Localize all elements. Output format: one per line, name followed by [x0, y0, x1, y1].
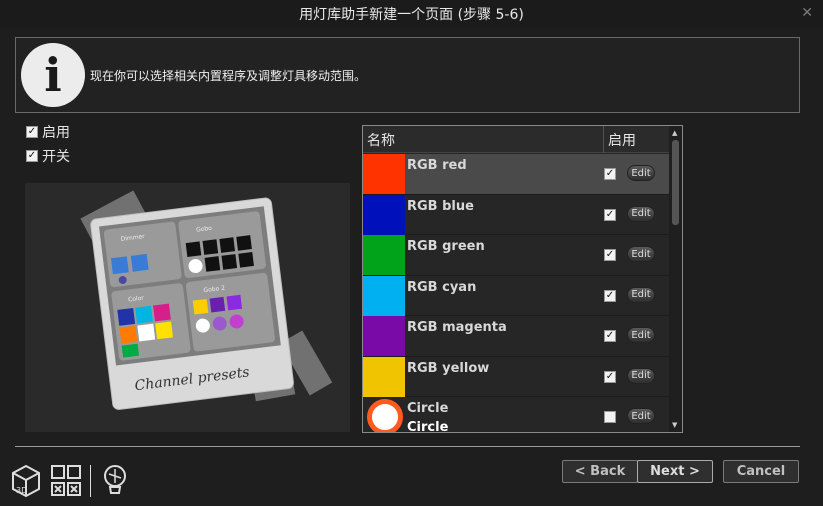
list-item[interactable]: Circle Circle Edit [363, 397, 669, 433]
grid-icon [51, 465, 81, 496]
circle-icon [363, 397, 405, 432]
footer-icons: 3D [10, 463, 139, 499]
preset-name: RGB green [407, 239, 485, 254]
edit-button[interactable]: Edit [627, 205, 655, 222]
preset-list[interactable]: 名称 启用 RGB red ✓ Edit RGB blue ✓ Edit RGB green… [362, 125, 683, 433]
color-swatch [363, 154, 405, 194]
bulb-icon [104, 465, 126, 494]
scroll-thumb[interactable] [672, 140, 679, 225]
list-header: 名称 启用 [363, 126, 669, 153]
switch-option[interactable]: ✓ 开关 [26, 146, 70, 166]
preset-name: RGB red [407, 158, 467, 173]
column-name-header[interactable]: 名称 [367, 130, 395, 150]
info-icon: i [21, 43, 85, 107]
list-item[interactable]: RGB magenta ✓ Edit [363, 316, 669, 357]
preset-enable-checkbox[interactable]: ✓ [604, 370, 616, 383]
enable-label: 启用 [42, 125, 70, 141]
preset-enable-checkbox[interactable]: ✓ [604, 208, 616, 221]
enable-checkbox[interactable]: ✓ [26, 126, 38, 138]
switch-checkbox[interactable]: ✓ [26, 150, 38, 162]
vertical-scrollbar[interactable]: ▲ ▼ [669, 126, 682, 432]
window-title: 用灯库助手新建一个页面 (步骤 5-6) [299, 7, 524, 23]
edit-button[interactable]: Edit [627, 408, 655, 424]
list-rows: RGB red ✓ Edit RGB blue ✓ Edit RGB green ✓ Edit R… [363, 154, 669, 433]
3d-icon: 3D [12, 464, 40, 498]
preset-enable-checkbox[interactable]: ✓ [604, 249, 616, 261]
channel-presets-illustration: Dimmer Gobo Color Gobo 2 Channel presets [80, 190, 333, 410]
color-swatch [363, 194, 405, 235]
scroll-up-icon[interactable]: ▲ [672, 129, 677, 137]
close-icon[interactable]: ✕ [801, 5, 813, 21]
color-swatch [363, 316, 405, 356]
list-item[interactable]: RGB cyan ✓ Edit [363, 275, 669, 316]
edit-button[interactable]: Edit [627, 246, 655, 262]
preset-enable-checkbox[interactable]: ✓ [604, 289, 616, 302]
info-panel: i 现在你可以选择相关内置程序及调整灯具移动范围。 [15, 37, 800, 113]
list-item[interactable]: RGB green ✓ Edit [363, 235, 669, 276]
preset-enable-checkbox[interactable]: ✓ [604, 168, 616, 180]
scroll-down-icon[interactable]: ▼ [672, 421, 677, 429]
icon-divider [90, 465, 91, 497]
preset-enable-checkbox[interactable] [604, 411, 616, 423]
enable-option[interactable]: ✓ 启用 [26, 122, 70, 142]
list-item[interactable]: RGB yellow ✓ Edit [363, 356, 669, 397]
list-item[interactable]: RGB red ✓ Edit [363, 154, 669, 195]
back-button[interactable]: < Back [562, 460, 638, 483]
preset-name: RGB magenta [407, 320, 507, 335]
preset-name: RGB yellow [407, 360, 490, 376]
svg-text:3D: 3D [16, 486, 27, 495]
edit-button[interactable]: Edit [627, 327, 655, 343]
preset-name: Circle [407, 401, 449, 416]
next-button[interactable]: Next > [637, 460, 713, 483]
switch-label: 开关 [42, 149, 70, 165]
color-swatch [363, 356, 405, 397]
edit-button[interactable]: Edit [627, 286, 655, 303]
footer-divider [15, 446, 800, 447]
preset-subname: Circle [407, 420, 449, 433]
list-item[interactable]: RGB blue ✓ Edit [363, 194, 669, 235]
preset-name: RGB cyan [407, 279, 477, 295]
cancel-button[interactable]: Cancel [723, 460, 799, 483]
column-enable-header[interactable]: 启用 [603, 126, 636, 153]
preset-enable-checkbox[interactable]: ✓ [604, 330, 616, 342]
info-text: 现在你可以选择相关内置程序及调整灯具移动范围。 [90, 69, 367, 83]
color-swatch [363, 275, 405, 316]
title-bar: 用灯库助手新建一个页面 (步骤 5-6) ✕ [0, 0, 823, 28]
color-swatch [363, 235, 405, 275]
edit-button[interactable]: Edit [627, 367, 655, 384]
edit-button[interactable]: Edit [627, 165, 655, 181]
preset-name: RGB blue [407, 198, 474, 214]
channel-presets-preview: Dimmer Gobo Color Gobo 2 Channel presets [25, 183, 350, 432]
